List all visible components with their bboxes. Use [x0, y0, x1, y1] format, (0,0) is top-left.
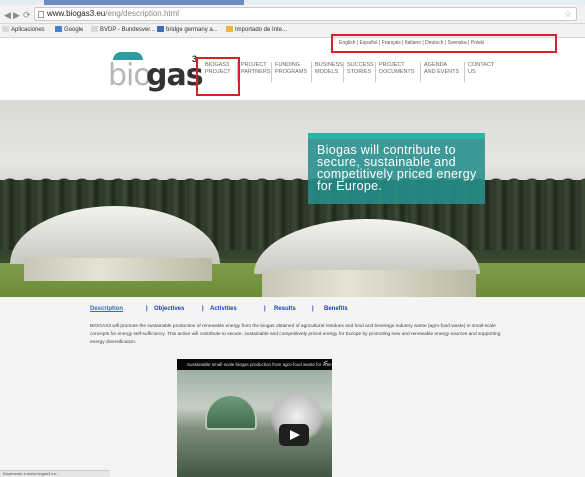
tab-separator: |	[146, 306, 148, 312]
description-paragraph: BIOGAS3 will promote the sustainable pro…	[90, 324, 501, 345]
tab-benefits[interactable]: Benefits	[324, 306, 348, 312]
folder-icon	[226, 26, 233, 32]
language-selector[interactable]: English | Español | Français | Italiano …	[331, 34, 557, 53]
hero-caption-box: Biogas will contribute to secure, sustai…	[308, 133, 485, 204]
digester-base-right	[262, 270, 476, 297]
bookmark-item[interactable]: BVDP - Bundesver...	[91, 24, 155, 37]
play-icon[interactable]	[279, 424, 309, 446]
nav-funding-programs[interactable]: FUNDING PROGRAMS	[271, 62, 307, 82]
content-area: Description | Objectives | Activities | …	[0, 297, 585, 477]
share-icon[interactable]: <	[324, 360, 328, 367]
nav-highlight-box	[196, 57, 240, 96]
video-player[interactable]: Sustainable small-scale biogas productio…	[177, 359, 332, 477]
nav-project-partners[interactable]: PROJECT PARTNERS	[237, 62, 270, 82]
hero-banner: Biogas will contribute to secure, sustai…	[0, 100, 585, 297]
nav-business-models[interactable]: BUSINESS MODELS	[311, 62, 343, 82]
url-host: www.biogas3.eu	[47, 9, 106, 18]
back-icon[interactable]: ◀	[4, 10, 11, 20]
bookmark-item[interactable]: Aplicaciones	[2, 24, 45, 37]
url-path: /eng/description.html	[105, 9, 180, 18]
status-bar: Esperando a www.biogas3.eu...	[0, 470, 110, 477]
bookmark-item[interactable]: Importado de Inte...	[226, 24, 287, 37]
tab-separator: |	[312, 306, 314, 312]
language-list[interactable]: English | Español | Français | Italiano …	[339, 40, 484, 46]
tab-results[interactable]: Results	[274, 306, 296, 312]
bookmark-icon	[91, 26, 98, 32]
biogas-tank-image	[205, 394, 257, 430]
tab-description[interactable]: Description	[90, 306, 123, 312]
tab-strip	[0, 0, 585, 5]
apps-icon	[2, 26, 9, 32]
nav-contact-us[interactable]: CONTACT US	[464, 62, 494, 82]
star-icon[interactable]: ☆	[564, 8, 572, 20]
video-title[interactable]: Sustainable small-scale biogas productio…	[177, 359, 332, 370]
nav-project-documents[interactable]: PROJECT DOCUMENTS	[375, 62, 414, 82]
nav-success-stories[interactable]: SUCCESS STORIES	[343, 62, 374, 82]
site-logo[interactable]: bio gas 3	[108, 52, 204, 94]
reload-icon[interactable]: ⟳	[23, 10, 31, 20]
bookmark-item[interactable]: bridge germany a...	[157, 24, 218, 37]
forward-icon[interactable]: ▶	[13, 10, 20, 20]
google-icon	[55, 26, 62, 32]
active-tab[interactable]	[44, 0, 244, 5]
tab-separator: |	[264, 306, 266, 312]
logo-bio: bio	[108, 58, 152, 93]
bookmark-item[interactable]: Google	[55, 24, 83, 37]
nav-agenda-events[interactable]: AGENDA AND EVENTS	[420, 62, 459, 82]
hero-caption: Biogas will contribute to secure, sustai…	[317, 143, 477, 193]
bookmark-icon	[157, 26, 164, 32]
browser-toolbar: ◀ ▶ ⟳ www.biogas3.eu/eng/description.htm…	[0, 0, 585, 24]
digester-base-left	[24, 258, 212, 281]
tab-activities[interactable]: Activities	[210, 306, 237, 312]
tab-objectives[interactable]: Objectives	[154, 306, 184, 312]
tab-separator: |	[202, 306, 204, 312]
address-bar[interactable]: www.biogas3.eu/eng/description.html ☆	[34, 7, 577, 21]
video-thumbnail[interactable]	[177, 370, 332, 477]
page-icon	[38, 11, 44, 18]
